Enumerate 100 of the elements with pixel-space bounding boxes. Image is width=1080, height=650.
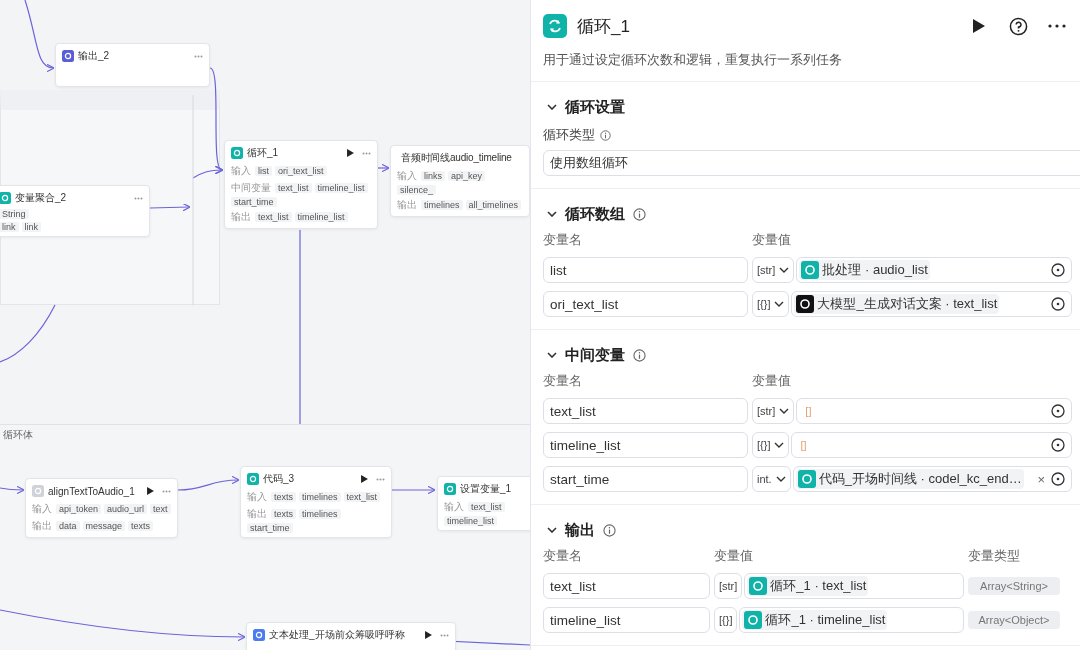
value-text: [] [804, 405, 812, 417]
workflow-node[interactable]: 输出_2 [55, 43, 210, 87]
workflow-node[interactable]: 代码_3 输入 texts timelines text_list 输出 texts timelines start_time [240, 466, 392, 538]
workflow-node[interactable]: 变量聚合_2 String link link [0, 185, 150, 237]
variable-tag: String [0, 209, 29, 219]
type-select[interactable]: [{}] [714, 607, 738, 633]
circle-dot-icon[interactable] [1051, 472, 1065, 486]
node-title: 变量聚合_2 [15, 191, 67, 205]
column-header: 变量类型 [968, 547, 1021, 565]
node-title: 设置变量_1 [460, 482, 512, 496]
variable-tag: list [255, 166, 272, 176]
connector-line [377, 163, 390, 173]
variable-tag: text_list [255, 212, 292, 222]
connector-line [0, 304, 56, 363]
chevron-icon [774, 442, 785, 448]
variable-tag: timelines [299, 509, 341, 519]
variable-name-field[interactable]: list [543, 257, 748, 283]
type-select[interactable]: [str] [752, 257, 795, 283]
variable-tag: timeline_list [444, 516, 498, 526]
connector-line [391, 485, 436, 495]
circle-dot-icon[interactable] [1051, 297, 1065, 311]
variable-name-field[interactable]: text_list [543, 398, 748, 424]
caret-icon[interactable] [547, 527, 557, 533]
column-header: 变量名 [543, 231, 583, 249]
variable-tag: ori_text_list [275, 166, 327, 176]
column-header: 变量值 [714, 547, 754, 565]
node-title: 代码_3 [263, 472, 295, 486]
variable-name-field[interactable]: start_time [543, 466, 748, 492]
circle-dot-icon[interactable] [1051, 438, 1065, 452]
variable-tag: text_list [275, 183, 312, 193]
variable-tag: data [56, 521, 80, 531]
variable-name-field[interactable]: timeline_list [543, 432, 748, 458]
variable-value-field[interactable]: 大模型_生成对话文案 · text_list [791, 291, 1072, 317]
loop-type-select[interactable]: 使用数组循环 [543, 150, 1080, 176]
variable-name-field[interactable]: text_list [543, 573, 710, 599]
loop-body-label: 循环体 [3, 428, 33, 442]
port-label: 输出 [231, 210, 251, 224]
caret-icon[interactable] [547, 352, 557, 358]
circle-dot-icon[interactable] [1051, 263, 1065, 277]
variable-value-field[interactable]: 代码_开场时间线 · codel_kc_end… × [792, 466, 1072, 492]
play-icon[interactable] [973, 19, 985, 33]
type-select[interactable]: [str] [714, 573, 743, 599]
workflow-node[interactable]: 音频时间线audio_timeline 输入 links api_key silence_ 输出 timelines all_timelines [390, 145, 530, 217]
port-label: 输出 [32, 519, 52, 533]
column-header: 变量名 [543, 547, 583, 565]
variable-name-field[interactable]: timeline_list [543, 607, 710, 633]
section-title[interactable]: 循环数组 [565, 204, 625, 224]
variable-tag: all_timelines [465, 200, 522, 210]
play-icon[interactable] [361, 475, 368, 483]
type-select[interactable]: [{}] [752, 432, 790, 458]
section-title[interactable]: 中间变量 [565, 345, 625, 365]
variable-type-tag: Array<String> [968, 577, 1060, 595]
port-label: 输出 [247, 507, 267, 521]
connector-line [177, 476, 240, 491]
variable-tag: text [150, 504, 171, 514]
section-title[interactable]: 输出 [565, 520, 595, 540]
variable-tag: audio_url [104, 504, 148, 514]
type-select[interactable]: int. [752, 466, 791, 492]
port-label: 输入 [247, 490, 267, 504]
section-title[interactable]: 循环设置 [565, 97, 625, 117]
variable-value-field[interactable]: 循环_1 · timeline_list [739, 607, 964, 633]
value-text: [] [799, 439, 807, 451]
caret-icon[interactable] [547, 211, 557, 217]
play-icon[interactable] [347, 149, 354, 157]
variable-reference: 批处理 · audio_list [799, 260, 930, 280]
variable-tag: link [0, 222, 19, 232]
chevron-icon [779, 267, 790, 273]
type-select[interactable]: [str] [752, 398, 795, 424]
variable-tag: silence_ [397, 185, 437, 195]
variable-value-field[interactable]: 批处理 · audio_list [796, 257, 1072, 283]
variable-reference: 代码_开场时间线 · codel_kc_end… [795, 469, 1024, 489]
variable-reference: 循环_1 · timeline_list [742, 610, 888, 630]
more-icon[interactable] [1048, 24, 1066, 28]
variable-name-field[interactable]: ori_text_list [543, 291, 748, 317]
panel-title: 循环_1 [577, 15, 630, 38]
caret-icon[interactable] [547, 104, 557, 110]
node-title: 循环_1 [247, 146, 279, 160]
help-icon[interactable] [1009, 16, 1028, 36]
variable-tag: api_key [448, 171, 486, 181]
circle-dot-icon[interactable] [1051, 404, 1065, 418]
port-label: 中间变量 [231, 181, 271, 195]
variable-tag: api_token [56, 504, 102, 514]
info-icon [600, 129, 611, 141]
port-label: 输出 [397, 198, 417, 212]
panel-description: 用于通过设定循环次数和逻辑，重复执行一系列任务 [531, 52, 1080, 82]
workflow-node[interactable]: 设置变量_1 输入 text_list timeline_list [437, 476, 530, 531]
variable-tag: links [421, 171, 445, 181]
workflow-node[interactable]: 文本处理_开场前众筹吸呼呼称 [246, 622, 456, 650]
variable-value-field[interactable]: 循环_1 · text_list [744, 573, 964, 599]
chevron-icon [774, 301, 785, 307]
play-icon[interactable] [147, 487, 154, 495]
clear-button[interactable]: × [1037, 471, 1045, 487]
variable-tag: timelines [421, 200, 463, 210]
node-title: 输出_2 [78, 49, 110, 63]
variable-tag: texts [271, 492, 296, 502]
workflow-node[interactable]: 循环_1 输入 list ori_text_list 中间变量 text_list timeline_list start_time 输出 text_list timeline_list [224, 140, 378, 229]
type-select[interactable]: [{}] [752, 291, 790, 317]
play-icon[interactable] [425, 631, 432, 639]
workflow-node[interactable]: alignTextToAudio_1 输入 api_token audio_url text 输出 data message texts [25, 478, 178, 538]
variable-type-tag: Array<Object> [968, 611, 1060, 629]
